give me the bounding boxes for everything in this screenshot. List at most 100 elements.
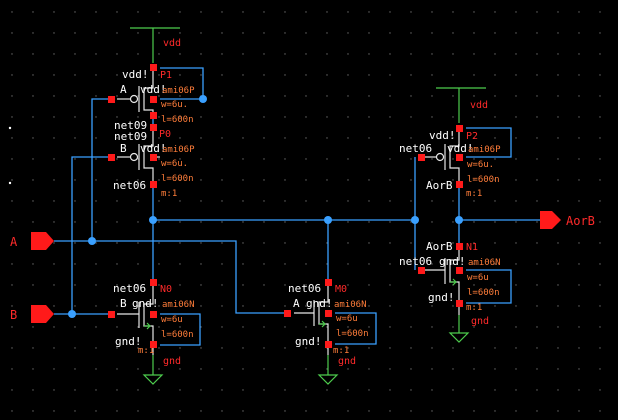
grid-dot xyxy=(284,284,286,286)
grid-dot xyxy=(599,95,601,97)
grid-dot xyxy=(494,368,496,370)
grid-dot xyxy=(368,221,370,223)
p2-name: P2 xyxy=(466,131,478,142)
grid-dot xyxy=(347,263,349,265)
grid-dot xyxy=(95,263,97,265)
grid-dot xyxy=(452,158,454,160)
pin-m0-drain xyxy=(325,279,332,286)
grid-dot xyxy=(32,284,34,286)
grid-dot xyxy=(347,179,349,181)
grid-dot xyxy=(305,368,307,370)
grid-dot xyxy=(494,389,496,391)
grid-dot xyxy=(578,53,580,55)
grid-dot xyxy=(557,242,559,244)
grid-dot xyxy=(452,95,454,97)
junction-p1-bulk xyxy=(199,95,207,103)
grid-dot xyxy=(200,242,202,244)
grid-dot xyxy=(515,53,517,55)
grid-dot xyxy=(431,200,433,202)
pin-n0-gate xyxy=(108,311,115,318)
grid-dot xyxy=(305,11,307,13)
grid-dot xyxy=(515,137,517,139)
p0-model: ami06P xyxy=(162,145,195,155)
grid-dot xyxy=(410,242,412,244)
grid-dot xyxy=(179,242,181,244)
grid-dot xyxy=(242,347,244,349)
grid-dot xyxy=(200,179,202,181)
grid-dot xyxy=(431,11,433,13)
grid-dot xyxy=(494,200,496,202)
grid-dot xyxy=(284,305,286,307)
grid-dot xyxy=(221,368,223,370)
grid-dot xyxy=(494,74,496,76)
grid-dot xyxy=(179,53,181,55)
output-port-aorb[interactable]: AorB xyxy=(540,211,595,229)
grid-dot xyxy=(242,242,244,244)
grid-dot xyxy=(53,179,55,181)
grid-dot xyxy=(473,368,475,370)
grid-dot xyxy=(578,200,580,202)
grid-dot xyxy=(536,179,538,181)
n0-drain-label: net06 xyxy=(113,282,146,295)
grid-dot xyxy=(137,221,139,223)
schematic-canvas[interactable]: vdd vdd gnd gnd gnd vdd! A vdd! P1 ami06… xyxy=(0,0,618,420)
grid-dot xyxy=(32,158,34,160)
grid-dot xyxy=(11,200,13,202)
grid-dot xyxy=(599,326,601,328)
p0-drain-label: net06 xyxy=(113,179,146,192)
grid-dot xyxy=(284,221,286,223)
grid-dot xyxy=(536,53,538,55)
grid-dot xyxy=(116,389,118,391)
grid-dot xyxy=(389,326,391,328)
grid-dot xyxy=(305,74,307,76)
grid-dot xyxy=(242,137,244,139)
pin-p1-drain xyxy=(150,112,157,119)
grid-dot xyxy=(473,347,475,349)
grid-dot xyxy=(116,305,118,307)
grid-dot xyxy=(599,116,601,118)
grid-dot xyxy=(137,53,139,55)
pin-p0-source xyxy=(150,124,157,131)
grid-dot xyxy=(221,242,223,244)
grid-dot xyxy=(452,242,454,244)
grid-dot xyxy=(95,347,97,349)
grid-dot xyxy=(536,74,538,76)
grid-dot xyxy=(242,11,244,13)
input-port-b[interactable]: B xyxy=(10,305,54,323)
grid-dot xyxy=(557,11,559,13)
grid-dot xyxy=(11,116,13,118)
grid-dot xyxy=(137,200,139,202)
grid-dot xyxy=(221,74,223,76)
grid-dot xyxy=(494,347,496,349)
grid-dot xyxy=(599,32,601,34)
grid-dot xyxy=(515,116,517,118)
grid-dot xyxy=(410,368,412,370)
grid-dot xyxy=(557,137,559,139)
m0-drain-label: net06 xyxy=(288,282,321,295)
grid-dot xyxy=(347,284,349,286)
input-port-a[interactable]: A xyxy=(10,232,54,250)
grid-dot xyxy=(242,326,244,328)
grid-dot xyxy=(347,242,349,244)
grid-dot xyxy=(368,158,370,160)
junction-net06-mid xyxy=(324,216,332,224)
grid-dot xyxy=(347,137,349,139)
grid-dot xyxy=(179,326,181,328)
grid-dot xyxy=(305,200,307,202)
grid-dot xyxy=(242,305,244,307)
grid-dot xyxy=(536,137,538,139)
n1-multiplier: m:1 xyxy=(466,303,482,313)
input-a-label: A xyxy=(10,235,18,249)
grid-dot xyxy=(221,389,223,391)
grid-dot xyxy=(242,179,244,181)
grid-dot xyxy=(368,284,370,286)
grid-dot xyxy=(221,137,223,139)
grid-dot xyxy=(389,284,391,286)
pmos-p2[interactable]: vdd! net06 vdd! AorB P2 ami06P w=6u. l=6… xyxy=(399,129,501,199)
grid-dot xyxy=(494,137,496,139)
m0-source-label: gnd! xyxy=(295,335,322,348)
grid-dot xyxy=(389,221,391,223)
nmos-n1[interactable]: AorB net06 gnd! gnd! N1 ami06N w=6u l=60… xyxy=(399,240,501,315)
grid-dot xyxy=(557,32,559,34)
grid-dot xyxy=(179,221,181,223)
